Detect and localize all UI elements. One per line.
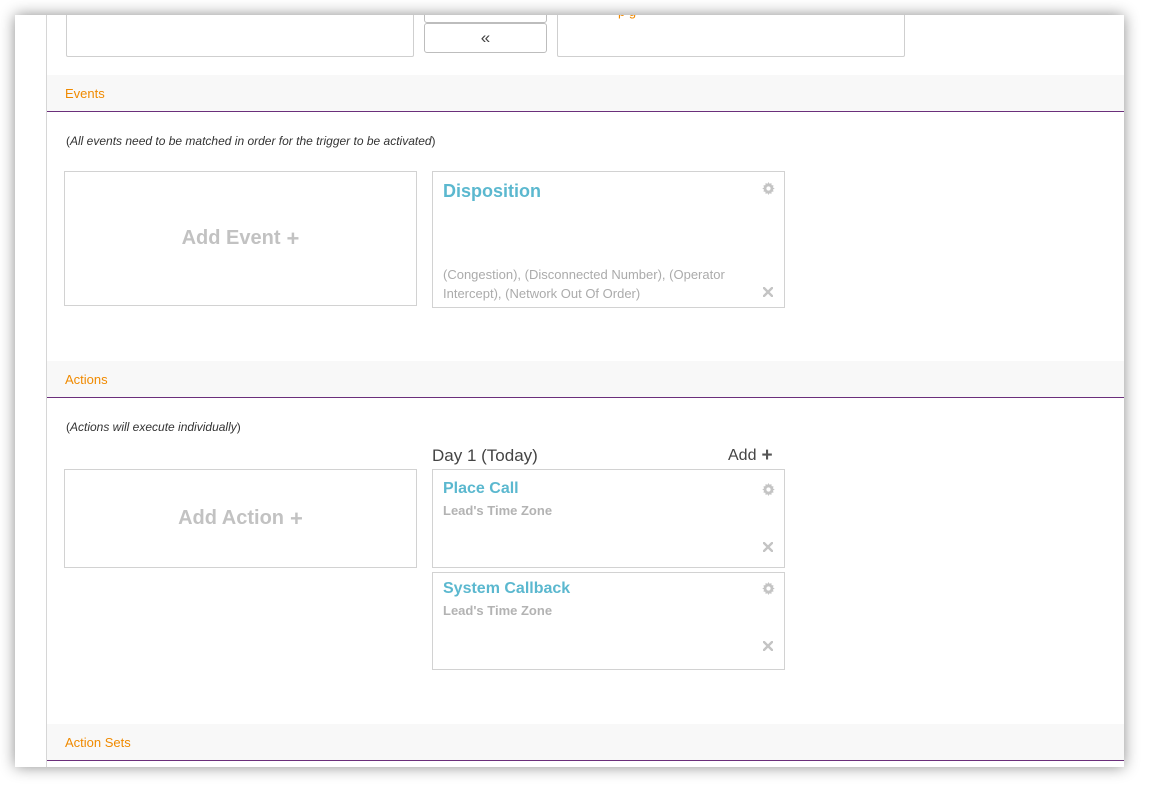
move-left-button[interactable]: « bbox=[424, 23, 547, 53]
close-icon[interactable] bbox=[761, 540, 775, 554]
actions-header-label: Actions bbox=[65, 372, 108, 387]
add-action-button[interactable]: Add Action + bbox=[64, 469, 417, 568]
available-list-box[interactable] bbox=[66, 15, 414, 57]
events-header-label: Events bbox=[65, 86, 105, 101]
gear-icon[interactable] bbox=[761, 181, 775, 195]
plus-icon: + bbox=[761, 445, 773, 466]
event-card-title[interactable]: Disposition bbox=[443, 181, 541, 202]
action-sets-header-label: Action Sets bbox=[65, 735, 131, 750]
day-add-action-link[interactable]: Add + bbox=[728, 445, 773, 467]
app-window: « p g Events (All events need to be matc… bbox=[15, 15, 1124, 767]
action-sets-section-header[interactable]: Action Sets bbox=[47, 724, 1124, 761]
add-event-button[interactable]: Add Event + bbox=[64, 171, 417, 306]
action-card-place-call: Place Call Lead's Time Zone bbox=[432, 469, 785, 568]
events-note: (All events need to be matched in order … bbox=[66, 134, 436, 148]
action-card-subtitle: Lead's Time Zone bbox=[443, 603, 553, 618]
events-section-header[interactable]: Events bbox=[47, 75, 1124, 112]
day-add-label: Add bbox=[728, 447, 757, 464]
add-action-plus-icon: + bbox=[290, 505, 303, 531]
selected-list-box[interactable]: p g bbox=[557, 15, 905, 57]
gear-icon[interactable] bbox=[761, 581, 775, 595]
day-label: Day 1 (Today) bbox=[432, 446, 538, 465]
action-card-system-callback: System Callback Lead's Time Zone bbox=[432, 572, 785, 670]
actions-note: (Actions will execute individually) bbox=[66, 420, 241, 434]
selected-item-text: p g bbox=[618, 15, 636, 19]
event-card-disposition: Disposition (Congestion), (Disconnected … bbox=[432, 171, 785, 308]
add-action-label: Add Action bbox=[178, 507, 285, 529]
action-card-subtitle: Lead's Time Zone bbox=[443, 503, 553, 518]
gear-icon[interactable] bbox=[761, 482, 775, 496]
close-icon[interactable] bbox=[761, 285, 775, 299]
action-card-title[interactable]: System Callback bbox=[443, 580, 570, 598]
move-right-button[interactable] bbox=[424, 15, 547, 23]
actions-section-header[interactable]: Actions bbox=[47, 361, 1124, 398]
add-event-plus-icon: + bbox=[286, 225, 300, 251]
close-icon[interactable] bbox=[761, 639, 775, 653]
action-card-title[interactable]: Place Call bbox=[443, 480, 519, 498]
event-card-description: (Congestion), (Disconnected Number), (Op… bbox=[443, 267, 725, 301]
add-event-label: Add Event bbox=[181, 227, 281, 249]
move-left-symbol: « bbox=[480, 28, 491, 47]
